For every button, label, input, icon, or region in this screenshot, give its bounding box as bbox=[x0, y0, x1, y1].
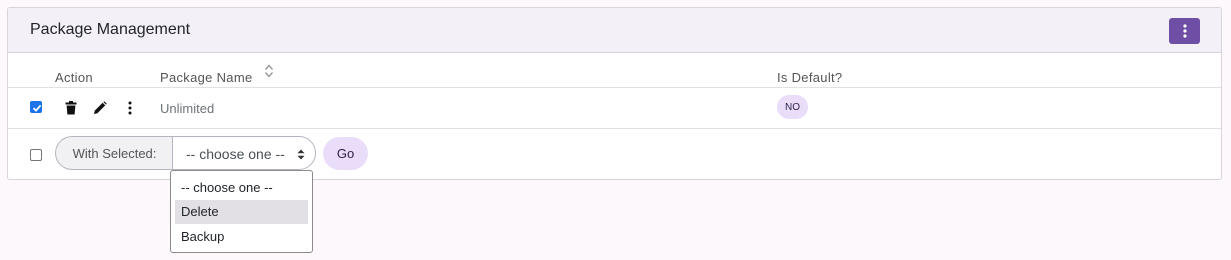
package-management-card: Package Management Action Package Name I… bbox=[7, 7, 1222, 180]
kebab-vertical-icon[interactable] bbox=[128, 101, 132, 115]
row-divider bbox=[8, 87, 1221, 88]
pencil-icon[interactable] bbox=[93, 101, 107, 115]
row-checkbox[interactable] bbox=[30, 101, 42, 113]
with-selected-label: With Selected: bbox=[55, 136, 173, 170]
sort-updown-icon[interactable] bbox=[264, 64, 274, 78]
is-default-badge: NO bbox=[777, 95, 808, 119]
header-menu-button[interactable] bbox=[1169, 18, 1200, 44]
dropdown-option-choose-one[interactable]: -- choose one -- bbox=[175, 176, 308, 200]
page-title: Package Management bbox=[30, 21, 191, 38]
column-header-package-name[interactable]: Package Name bbox=[160, 70, 252, 85]
card-header: Package Management bbox=[8, 8, 1221, 53]
bulk-action-dropdown-list: -- choose one -- Delete Backup bbox=[170, 170, 313, 253]
dropdown-option-delete[interactable]: Delete bbox=[175, 200, 308, 224]
bulk-action-select-value: -- choose one -- bbox=[186, 146, 285, 162]
trash-icon[interactable] bbox=[65, 101, 77, 115]
caret-updown-icon bbox=[297, 149, 305, 160]
go-button[interactable]: Go bbox=[323, 137, 368, 170]
kebab-vertical-icon bbox=[1182, 24, 1187, 38]
dropdown-option-backup[interactable]: Backup bbox=[175, 225, 308, 249]
column-header-is-default: Is Default? bbox=[777, 70, 843, 85]
bulk-action-select[interactable]: -- choose one -- bbox=[172, 136, 316, 170]
package-name-cell[interactable]: Unlimited bbox=[160, 101, 214, 116]
select-all-checkbox[interactable] bbox=[30, 149, 42, 161]
row-divider bbox=[8, 128, 1221, 129]
checkmark-icon bbox=[32, 104, 42, 112]
column-header-action: Action bbox=[55, 70, 93, 85]
